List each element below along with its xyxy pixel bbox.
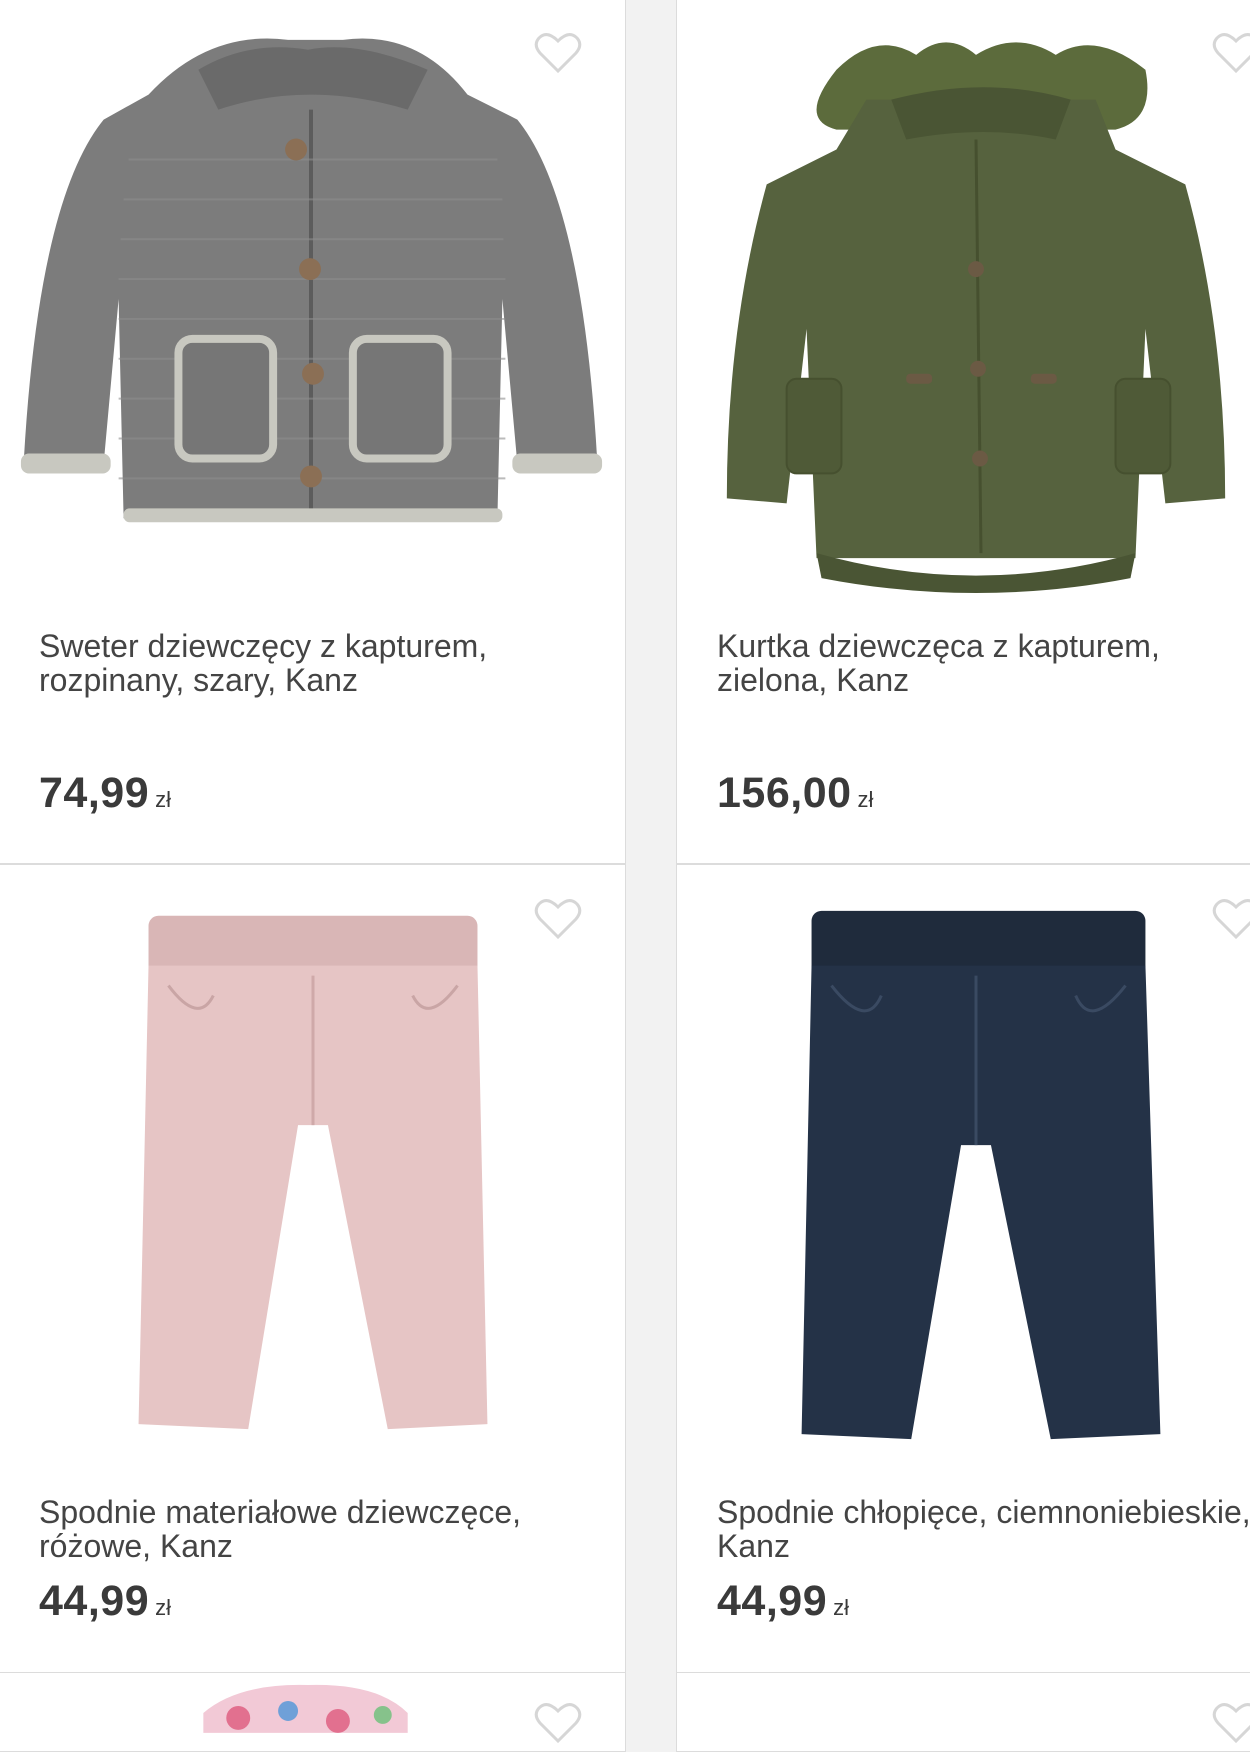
product-grid: Sweter dziewczęcy z kapturem, rozpinany,…: [0, 0, 1250, 1752]
product-image[interactable]: [677, 865, 1250, 1465]
product-image[interactable]: [677, 0, 1250, 599]
heart-outline-icon[interactable]: [534, 1701, 582, 1745]
product-card[interactable]: Spodnie chłopięce, ciemnoniebieskie, Kan…: [676, 864, 1250, 1674]
price-currency: zł: [833, 1595, 849, 1620]
product-price: 44,99 zł: [717, 1577, 849, 1626]
heart-outline-icon[interactable]: [1212, 31, 1250, 75]
product-price: 74,99 zł: [39, 769, 171, 818]
price-amount: 74,99: [39, 769, 150, 817]
product-image[interactable]: [0, 865, 625, 1465]
heart-outline-icon[interactable]: [534, 897, 582, 941]
price-amount: 44,99: [717, 1577, 828, 1625]
product-title[interactable]: Kurtka dziewczęca z kapturem, zielona, K…: [717, 629, 1250, 697]
price-currency: zł: [857, 787, 874, 812]
price-currency: zł: [155, 787, 171, 812]
heart-outline-icon[interactable]: [1212, 897, 1250, 941]
product-image[interactable]: [0, 0, 625, 599]
price-amount: 44,99: [39, 1577, 150, 1625]
product-title[interactable]: Spodnie chłopięce, ciemnoniebieskie, Kan…: [717, 1495, 1250, 1563]
price-amount: 156,00: [717, 769, 852, 817]
product-price: 156,00 zł: [717, 769, 873, 818]
price-currency: zł: [155, 1595, 171, 1620]
heart-outline-icon[interactable]: [534, 31, 582, 75]
product-image[interactable]: [0, 1673, 625, 1733]
product-title[interactable]: Spodnie materiałowe dziewczęce, różowe, …: [39, 1495, 579, 1563]
product-title[interactable]: Sweter dziewczęcy z kapturem, rozpinany,…: [39, 629, 579, 697]
product-card[interactable]: Spodnie materiałowe dziewczęce, różowe, …: [0, 864, 626, 1674]
product-card[interactable]: Sweter dziewczęcy z kapturem, rozpinany,…: [0, 0, 626, 864]
product-card[interactable]: Kurtka dziewczęca z kapturem, zielona, K…: [676, 0, 1250, 864]
product-card[interactable]: [676, 1672, 1250, 1752]
product-price: 44,99 zł: [39, 1577, 171, 1626]
heart-outline-icon[interactable]: [1212, 1701, 1250, 1745]
product-card[interactable]: [0, 1672, 626, 1752]
